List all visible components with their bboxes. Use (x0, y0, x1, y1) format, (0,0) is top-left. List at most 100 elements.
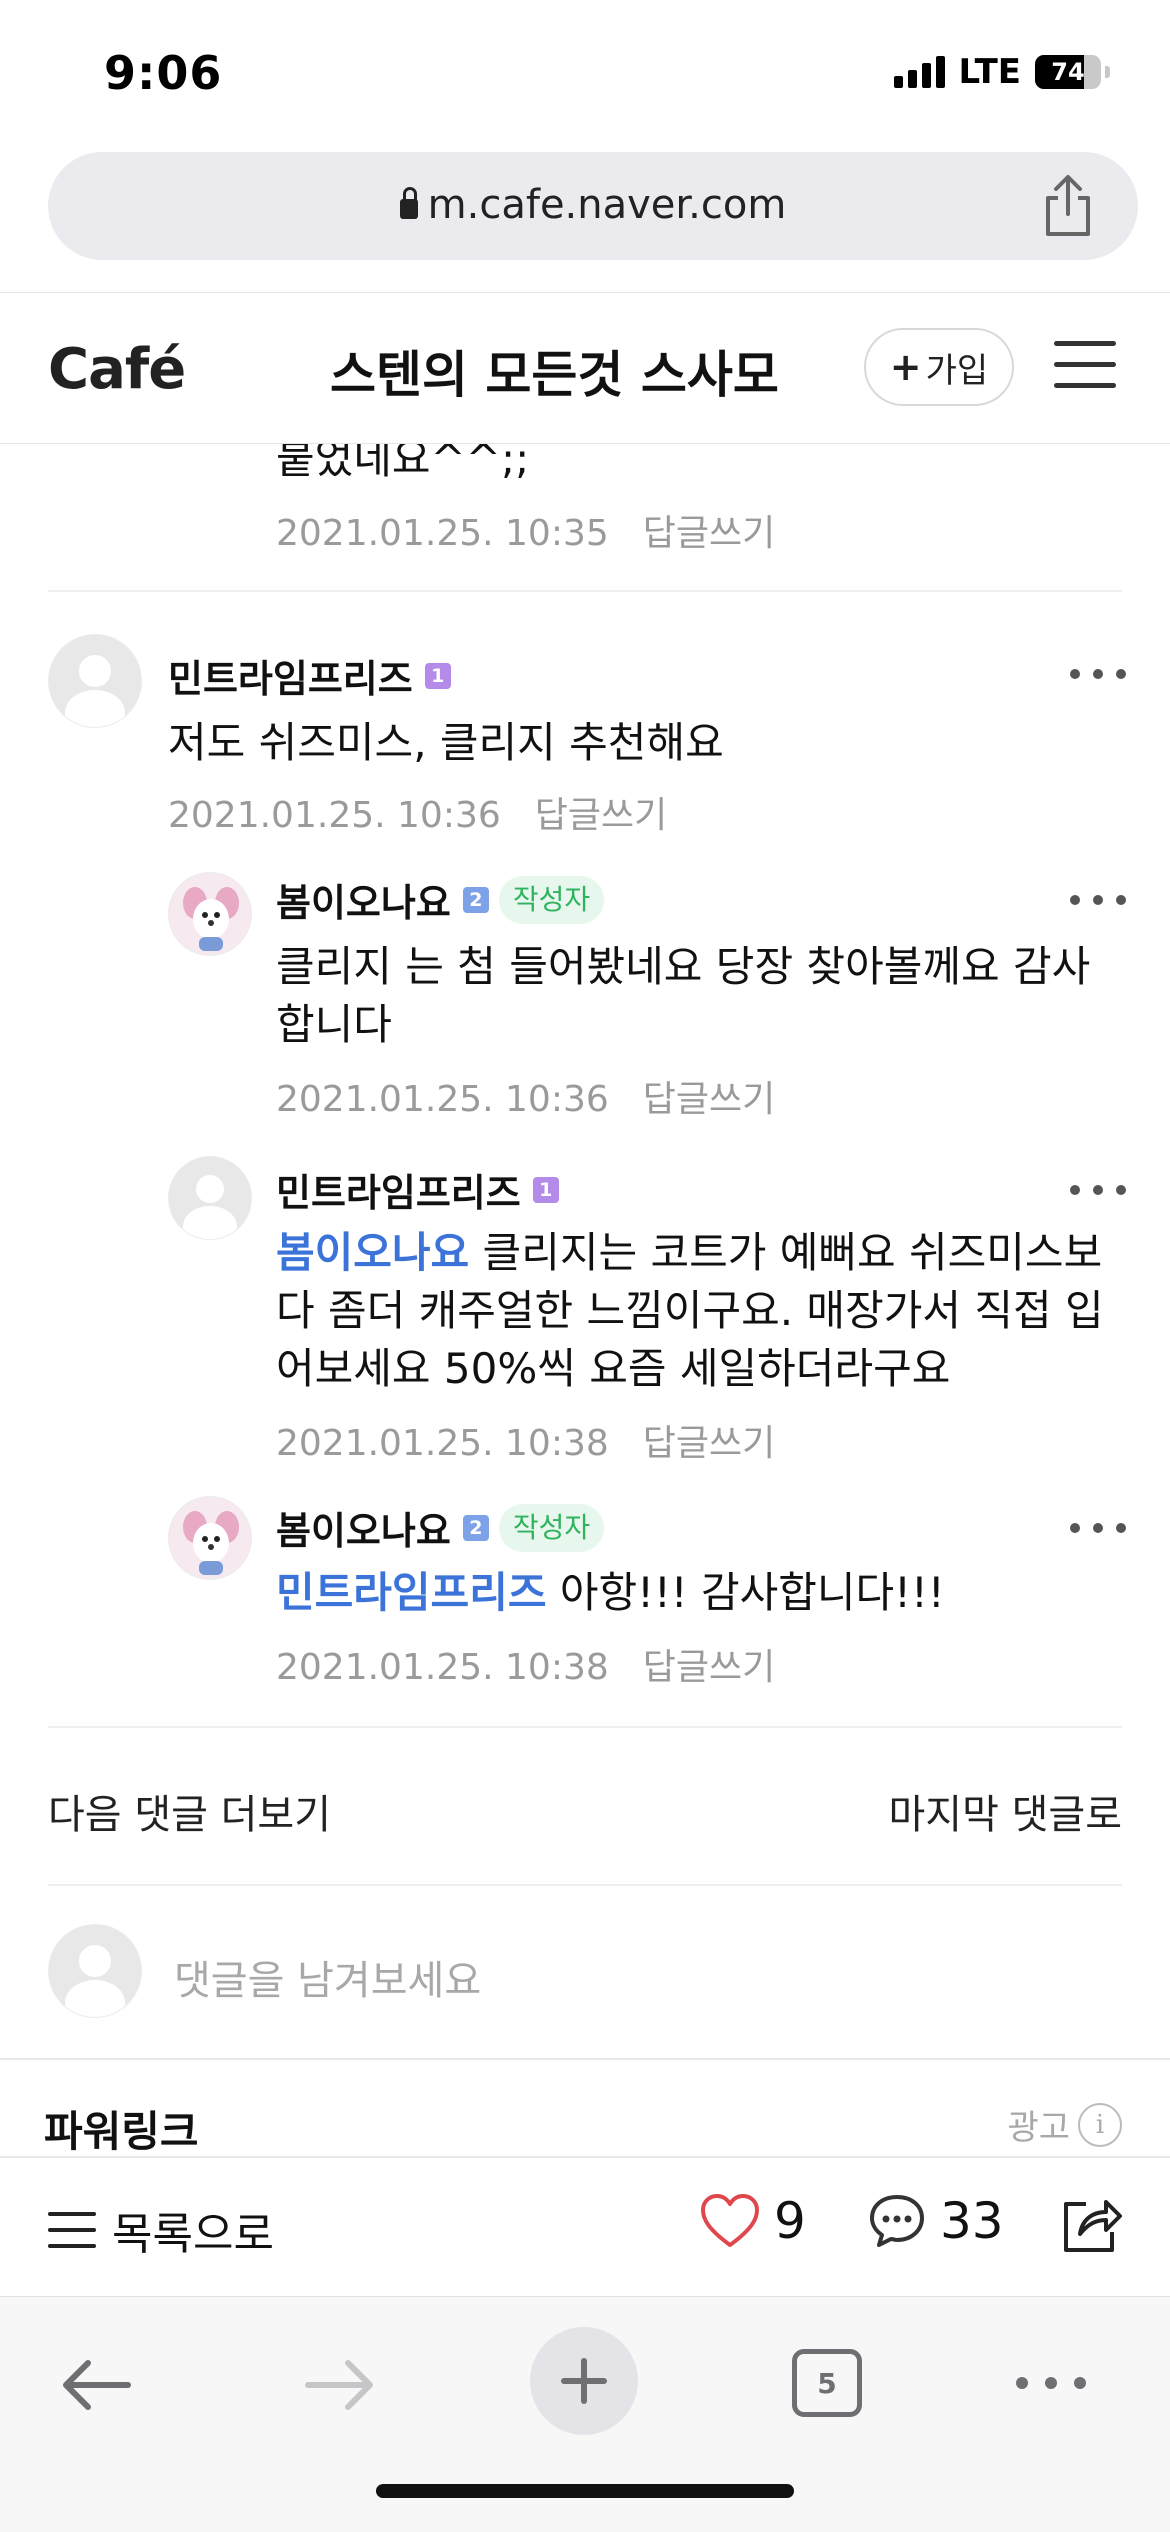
more-options-icon[interactable] (1070, 1180, 1126, 1200)
back-arrow-icon[interactable] (60, 2357, 132, 2413)
next-comments-button[interactable]: 다음 댓글 더보기 (48, 1782, 331, 1840)
comment-meta: 2021.01.25. 10:38 답글쓰기 (276, 1638, 775, 1690)
avatar[interactable] (168, 1496, 252, 1580)
status-bar: 9:06 LTE 74 (0, 0, 1170, 150)
comment-date: 2021.01.25. 10:36 (276, 1079, 609, 1120)
comment-text: 봄이오나요 클리지는 코트가 예뻐요 쉬즈미스보다 좀더 캐주얼한 느낌이구요.… (276, 1224, 1116, 1398)
comment-meta: 2021.01.25. 10:38 답글쓰기 (276, 1414, 775, 1466)
cafe-title[interactable]: 스텐의 모든것 스사모 (330, 335, 779, 407)
comment-list: 붙었네요^^;; 2021.01.25. 10:35 답글쓰기 민트라임프리즈 1 … (0, 444, 1170, 2156)
more-options-icon[interactable] (1070, 890, 1126, 910)
divider (48, 1884, 1122, 1886)
battery-level: 74 (1051, 58, 1085, 86)
avatar[interactable] (168, 1156, 252, 1240)
comment-count: 33 (940, 2192, 1004, 2250)
comment-date: 2021.01.25. 10:38 (276, 1423, 609, 1464)
comment-text: 붙었네요^^;; (276, 444, 530, 483)
comment-text: 민트라임프리즈 아항!!! 감사합니다!!! (276, 1564, 1116, 1622)
reply-button[interactable]: 답글쓰기 (643, 513, 775, 554)
join-button[interactable]: + 가입 (864, 328, 1014, 406)
author-name: 민트라임프리즈 (276, 1171, 521, 1215)
writer-badge: 작성자 (498, 1503, 605, 1552)
section-divider (0, 2058, 1170, 2060)
dog-avatar-image (169, 1497, 251, 1579)
comment-meta: 2021.01.25. 10:36 답글쓰기 (276, 1070, 775, 1122)
menu-icon[interactable] (1054, 339, 1116, 391)
ad-label[interactable]: 광고 i (1007, 2100, 1122, 2149)
comment-meta: 2021.01.25. 10:35 답글쓰기 (276, 504, 775, 556)
signal-icon (893, 56, 945, 88)
powerlink-title: 파워링크 (44, 2107, 199, 2156)
comment-author[interactable]: 봄이오나요 2 작성자 (276, 872, 605, 927)
comment-author[interactable]: 민트라임프리즈 1 (168, 648, 451, 703)
dog-avatar-image (169, 873, 251, 955)
plus-icon: + (889, 345, 922, 389)
comment-meta: 2021.01.25. 10:36 답글쓰기 (168, 786, 667, 838)
plus-icon (561, 2358, 607, 2404)
more-options-icon[interactable] (1070, 1518, 1126, 1538)
like-button[interactable]: 9 (700, 2192, 806, 2250)
comment-pagination: 다음 댓글 더보기 마지막 댓글로 (48, 1782, 1122, 1842)
comment-input-row[interactable]: 댓글을 남겨보세요 (48, 1924, 1122, 2024)
avatar[interactable] (168, 872, 252, 956)
forward-arrow-icon[interactable] (304, 2357, 376, 2413)
ad-text: 광고 (1007, 2108, 1070, 2148)
battery-cap (1105, 66, 1110, 78)
status-time: 9:06 (104, 46, 223, 100)
avatar[interactable] (48, 634, 142, 728)
more-options-icon[interactable] (1070, 664, 1126, 684)
level-badge: 1 (424, 662, 451, 689)
list-icon (48, 2210, 96, 2250)
author-name: 봄이오나요 (276, 1509, 451, 1553)
list-label: 목록으로 (112, 2209, 274, 2260)
reply-button[interactable]: 답글쓰기 (535, 795, 667, 836)
comment-input[interactable]: 댓글을 남겨보세요 (174, 1948, 481, 2006)
cafe-header: Café 스텐의 모든것 스사모 + 가입 (0, 292, 1170, 444)
comment-author[interactable]: 봄이오나요 2 작성자 (276, 1500, 605, 1555)
writer-badge: 작성자 (498, 875, 605, 924)
battery-icon: 74 (1035, 55, 1101, 89)
cafe-logo[interactable]: Café (48, 337, 186, 402)
comment-text: 저도 쉬즈미스, 클리지 추천해요 (168, 718, 724, 767)
like-count: 9 (774, 2192, 806, 2250)
reply-button[interactable]: 답글쓰기 (643, 1647, 775, 1688)
mention-link[interactable]: 민트라임프리즈 (276, 1568, 546, 1617)
last-comment-button[interactable]: 마지막 댓글로 (888, 1782, 1122, 1840)
article-action-bar: 목록으로 9 33 (0, 2156, 1170, 2296)
level-badge: 2 (462, 1514, 489, 1541)
back-to-list-button[interactable]: 목록으로 (48, 2198, 274, 2262)
lock-icon (399, 187, 418, 219)
reply-button[interactable]: 답글쓰기 (643, 1079, 775, 1120)
comment-date: 2021.01.25. 10:35 (276, 513, 609, 554)
comment-text: 클리지 는 첨 들어봤네요 당장 찾아볼께요 감사합니다 (276, 942, 1091, 1049)
author-name: 봄이오나요 (276, 881, 451, 925)
share-icon[interactable] (1060, 2194, 1124, 2254)
comment-date: 2021.01.25. 10:38 (276, 1647, 609, 1688)
network-label: LTE (958, 52, 1021, 92)
status-indicators: LTE 74 (893, 52, 1110, 92)
tabs-button[interactable]: 5 (792, 2349, 862, 2417)
mention-link[interactable]: 봄이오나요 (276, 1228, 469, 1277)
author-name: 민트라임프리즈 (168, 657, 413, 701)
url-text: m.cafe.naver.com (427, 182, 787, 228)
reply-button[interactable]: 답글쓰기 (643, 1423, 775, 1464)
more-icon[interactable] (1016, 2377, 1086, 2389)
url-display[interactable]: m.cafe.naver.com (48, 182, 1138, 228)
comment-date: 2021.01.25. 10:36 (168, 795, 501, 836)
my-avatar (48, 1924, 142, 2018)
divider (48, 1726, 1122, 1728)
comment-body: 아항!!! 감사합니다!!! (546, 1568, 945, 1617)
speech-bubble-icon (870, 2195, 924, 2247)
new-tab-button[interactable] (530, 2327, 638, 2435)
level-badge: 1 (532, 1176, 559, 1203)
info-icon[interactable]: i (1078, 2102, 1122, 2147)
level-badge: 2 (462, 886, 489, 913)
heart-icon (701, 2194, 759, 2247)
comment-count-button[interactable]: 33 (868, 2192, 1004, 2250)
address-bar[interactable]: m.cafe.naver.com (48, 152, 1138, 260)
share-icon[interactable] (1038, 174, 1098, 238)
comment-author[interactable]: 민트라임프리즈 1 (276, 1162, 559, 1217)
home-indicator[interactable] (376, 2484, 794, 2498)
join-label: 가입 (925, 350, 989, 391)
divider (48, 590, 1122, 592)
